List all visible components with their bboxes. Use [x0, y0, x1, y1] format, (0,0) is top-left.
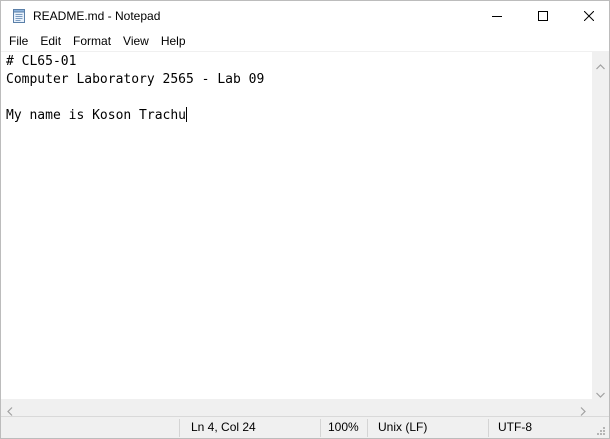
editor-line-text: My name is Koson Trachu	[6, 108, 187, 123]
editor-line: # CL65-01	[6, 54, 77, 69]
menu-view[interactable]: View	[117, 31, 155, 51]
menu-edit[interactable]: Edit	[34, 31, 67, 51]
editor-line: Computer Laboratory 2565 - Lab 09	[6, 72, 265, 87]
status-line-ending: Unix (LF)	[378, 420, 428, 434]
status-zoom: 100%	[328, 420, 359, 434]
text-editor[interactable]: # CL65-01 Computer Laboratory 2565 - Lab…	[1, 51, 592, 399]
close-button[interactable]	[566, 1, 609, 31]
notepad-window: README.md - Notepad File Edit Format Vie…	[0, 0, 610, 439]
status-encoding: UTF-8	[498, 420, 532, 434]
status-cursor-position: Ln 4, Col 24	[191, 420, 256, 434]
minimize-button[interactable]	[474, 1, 520, 31]
maximize-button[interactable]	[520, 1, 566, 31]
editor-line-current: My name is Koson Trachu	[1, 107, 592, 125]
status-divider	[179, 419, 180, 437]
status-divider	[367, 419, 368, 437]
vertical-scrollbar[interactable]	[592, 51, 609, 399]
menu-file[interactable]: File	[1, 31, 34, 51]
minimize-icon	[492, 16, 502, 17]
close-icon	[584, 11, 594, 21]
window-title: README.md - Notepad	[33, 9, 161, 23]
menu-format[interactable]: Format	[67, 31, 117, 51]
text-caret	[186, 107, 188, 122]
maximize-icon	[538, 11, 548, 21]
status-divider	[488, 419, 489, 437]
resize-grip-icon[interactable]	[595, 425, 606, 438]
menu-help[interactable]: Help	[155, 31, 192, 51]
status-bar: Ln 4, Col 24 100% Unix (LF) UTF-8	[1, 416, 609, 438]
menu-bar: File Edit Format View Help	[1, 31, 609, 51]
status-divider	[320, 419, 321, 437]
scroll-up-icon[interactable]	[596, 57, 605, 75]
title-bar[interactable]: README.md - Notepad	[1, 1, 609, 31]
horizontal-scrollbar[interactable]	[1, 399, 592, 416]
notepad-icon[interactable]	[11, 8, 27, 24]
scrollbar-corner	[592, 399, 609, 416]
